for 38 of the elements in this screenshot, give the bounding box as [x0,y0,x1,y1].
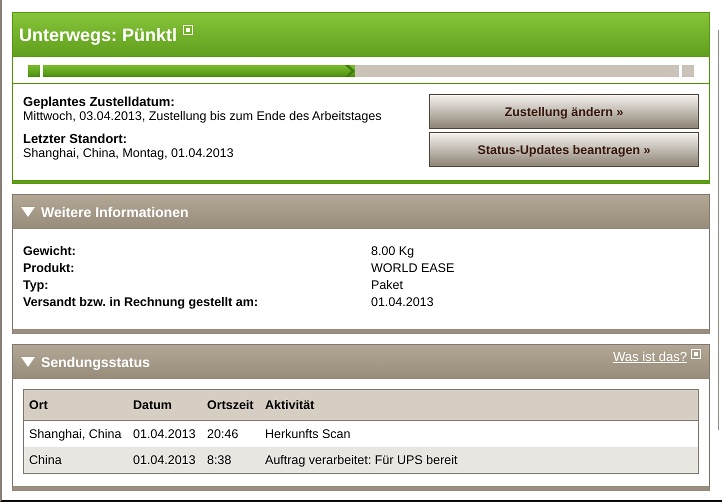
table-cell-text: 01.04.2013 [132,426,197,443]
action-button[interactable]: Zustellung ändern » [429,94,699,129]
help-icon[interactable] [691,349,701,359]
table-cell-text: 8:38 [206,452,232,469]
collapse-triangle-icon[interactable] [21,357,35,367]
info-value: Paket [371,277,404,294]
info-title: Weitere Informationen [41,204,189,220]
info-value: WORLD EASE [371,260,456,277]
info-header[interactable]: Weitere Informationen [13,195,709,229]
field-label: Letzter Standort: [23,131,128,146]
field-value: Shanghai, China, Montag, 01.04.2013 [23,146,235,160]
help-link[interactable]: Was ist das? [613,349,687,364]
column-header: Ortszeit [206,397,255,414]
info-label: Versandt bzw. in Rechnung gestellt am: [23,294,259,311]
progress-start-segment [28,65,40,77]
info-label: Produkt: [23,260,76,277]
help-icon[interactable] [183,25,194,35]
tracking-title: Sendungsstatus [41,354,150,370]
tracking-header[interactable]: Sendungsstatus Was ist das? [13,345,709,379]
field-label: Geplantes Zustelldatum: [23,94,176,109]
table-cell-text: Shanghai, China [28,426,122,443]
table-cell-text: Auftrag verarbeitet: Für UPS bereit [264,452,458,469]
column-header: Aktivität [264,397,316,414]
info-label: Typ: [23,277,50,294]
status-title: Unterwegs: Pünktl [19,24,178,46]
action-button[interactable]: Status-Updates beantragen » [429,132,699,167]
column-header: Datum [132,397,173,414]
table-cell-text: 20:46 [206,426,240,443]
progress-end-segment [682,65,694,77]
info-value: 8.00 Kg [371,243,416,260]
info-value: 01.04.2013 [371,294,435,311]
collapse-triangle-icon[interactable] [21,207,35,217]
column-header: Ort [28,397,49,414]
table-cell-text: 01.04.2013 [132,452,197,469]
info-label: Gewicht: [23,243,77,260]
table-cell-text: China [28,452,63,469]
field-value: Mittwoch, 03.04.2013, Zustellung bis zum Ende des Arbeitstages [23,109,382,123]
table-cell-text: Herkunfts Scan [264,426,352,443]
